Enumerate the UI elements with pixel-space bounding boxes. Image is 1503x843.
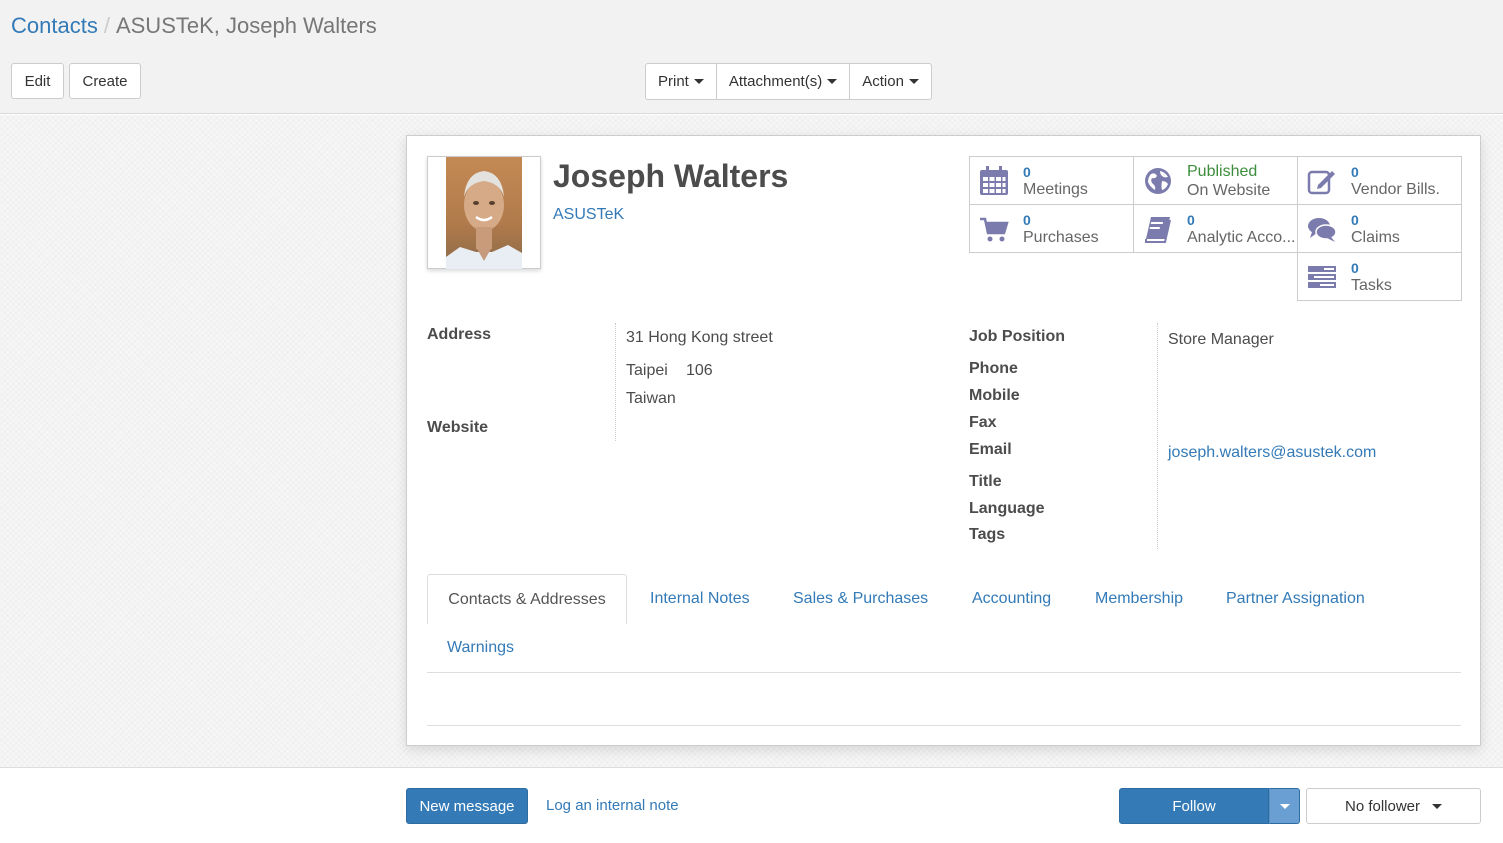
claims-button[interactable]: 0 Claims bbox=[1297, 204, 1462, 253]
book-icon bbox=[1145, 217, 1171, 243]
breadcrumb-current: ASUSTeK, Joseph Walters bbox=[115, 13, 377, 38]
mobile-label: Mobile bbox=[969, 387, 1020, 404]
action-dropdown[interactable]: Action bbox=[850, 64, 931, 99]
website-publish-button[interactable]: Published On Website bbox=[1133, 156, 1298, 205]
control-panel: Contacts / ASUSTeK, Joseph Walters Edit Cr… bbox=[0, 0, 1503, 114]
print-dropdown[interactable]: Print bbox=[646, 64, 717, 99]
person-photo bbox=[446, 157, 522, 269]
followers-label: No follower bbox=[1344, 797, 1421, 815]
tab-warnings[interactable]: Warnings bbox=[447, 639, 514, 657]
job-position-value: Store Manager bbox=[1168, 331, 1274, 348]
globe-icon bbox=[1145, 168, 1171, 194]
job-position-label: Job Position bbox=[969, 328, 1065, 345]
log-internal-note-link[interactable]: Log an internal note bbox=[546, 797, 679, 814]
language-label: Language bbox=[969, 500, 1045, 517]
followers-dropdown[interactable]: No follower bbox=[1306, 788, 1481, 824]
street-value: 31 Hong Kong street bbox=[626, 329, 773, 346]
follow-button-group: Follow bbox=[1119, 788, 1300, 824]
city-value: Taipei bbox=[626, 362, 668, 379]
caret-down-icon bbox=[827, 79, 838, 84]
partner-company-link[interactable]: ASUSTeK bbox=[553, 206, 624, 224]
claims-label: Claims bbox=[1351, 229, 1400, 246]
email-link[interactable]: joseph.walters@asustek.com bbox=[1168, 444, 1376, 462]
tab-accounting[interactable]: Accounting bbox=[972, 590, 1051, 608]
analytic-accounts-label: Analytic Acco... bbox=[1187, 229, 1296, 246]
new-message-button[interactable]: New message bbox=[406, 788, 528, 824]
create-button[interactable]: Create bbox=[69, 63, 141, 99]
tasks-icon bbox=[1308, 266, 1336, 288]
website-published-label: On Website bbox=[1187, 182, 1271, 199]
tags-label: Tags bbox=[969, 526, 1006, 543]
tab-membership[interactable]: Membership bbox=[1095, 590, 1183, 608]
tasks-label: Tasks bbox=[1351, 277, 1392, 294]
purchases-count: 0 bbox=[1023, 212, 1031, 228]
meetings-count: 0 bbox=[1023, 164, 1031, 180]
field-divider bbox=[615, 323, 616, 441]
tab-partner-assignation[interactable]: Partner Assignation bbox=[1226, 590, 1365, 608]
claims-count: 0 bbox=[1351, 212, 1359, 228]
comments-icon bbox=[1308, 218, 1337, 242]
analytic-accounts-button[interactable]: 0 Analytic Acco... bbox=[1133, 204, 1298, 253]
analytic-accounts-count: 0 bbox=[1187, 212, 1195, 228]
follow-options-toggle[interactable] bbox=[1269, 788, 1300, 824]
purchases-label: Purchases bbox=[1023, 229, 1099, 246]
tab-internal-notes[interactable]: Internal Notes bbox=[650, 590, 750, 608]
fax-label: Fax bbox=[969, 414, 997, 431]
zip-value: 106 bbox=[686, 362, 713, 379]
pencil-square-icon bbox=[1307, 170, 1335, 195]
tab-content-divider bbox=[427, 725, 1461, 726]
shopping-cart-icon bbox=[980, 217, 1009, 242]
tab-bar-divider bbox=[427, 672, 1461, 673]
tasks-button[interactable]: 0 Tasks bbox=[1297, 252, 1462, 301]
meetings-button[interactable]: 0 Meetings bbox=[969, 156, 1134, 205]
field-divider bbox=[1157, 323, 1158, 549]
email-label: Email bbox=[969, 441, 1012, 458]
tab-sales-purchases[interactable]: Sales & Purchases bbox=[793, 590, 928, 608]
attachments-label: Attachment(s) bbox=[728, 73, 823, 90]
vendor-bills-label: Vendor Bills. bbox=[1351, 181, 1440, 198]
purchases-button[interactable]: 0 Purchases bbox=[969, 204, 1134, 253]
caret-down-icon bbox=[1279, 803, 1290, 809]
vendor-bills-count: 0 bbox=[1351, 164, 1359, 180]
caret-down-icon bbox=[908, 79, 919, 84]
partner-name: Joseph Walters bbox=[553, 158, 789, 194]
country-value: Taiwan bbox=[626, 390, 676, 407]
edit-button[interactable]: Edit bbox=[11, 63, 64, 99]
phone-label: Phone bbox=[969, 360, 1018, 377]
title-label: Title bbox=[969, 473, 1002, 490]
action-label: Action bbox=[862, 73, 904, 90]
breadcrumb-contacts-link[interactable]: Contacts bbox=[11, 13, 98, 38]
follow-button[interactable]: Follow bbox=[1119, 788, 1269, 824]
vendor-bills-button[interactable]: 0 Vendor Bills. bbox=[1297, 156, 1462, 205]
tasks-count: 0 bbox=[1351, 260, 1359, 276]
caret-down-icon bbox=[693, 79, 704, 84]
breadcrumb-separator: / bbox=[103, 13, 110, 38]
tab-contacts-addresses[interactable]: Contacts & Addresses bbox=[427, 574, 627, 624]
form-sheet: Joseph Walters ASUSTeK 0 Meetings Publis… bbox=[406, 135, 1481, 746]
avatar[interactable] bbox=[427, 156, 541, 269]
breadcrumb: Contacts / ASUSTeK, Joseph Walters bbox=[11, 13, 377, 39]
print-label: Print bbox=[658, 73, 689, 90]
calendar-icon bbox=[980, 166, 1008, 195]
attachments-dropdown[interactable]: Attachment(s) bbox=[717, 64, 851, 99]
website-published-status: Published bbox=[1187, 163, 1258, 180]
sidebar-actions: Print Attachment(s) Action bbox=[645, 63, 932, 100]
address-label: Address bbox=[427, 326, 492, 343]
caret-down-icon bbox=[1432, 803, 1443, 809]
website-label: Website bbox=[427, 419, 489, 436]
meetings-label: Meetings bbox=[1023, 181, 1088, 198]
